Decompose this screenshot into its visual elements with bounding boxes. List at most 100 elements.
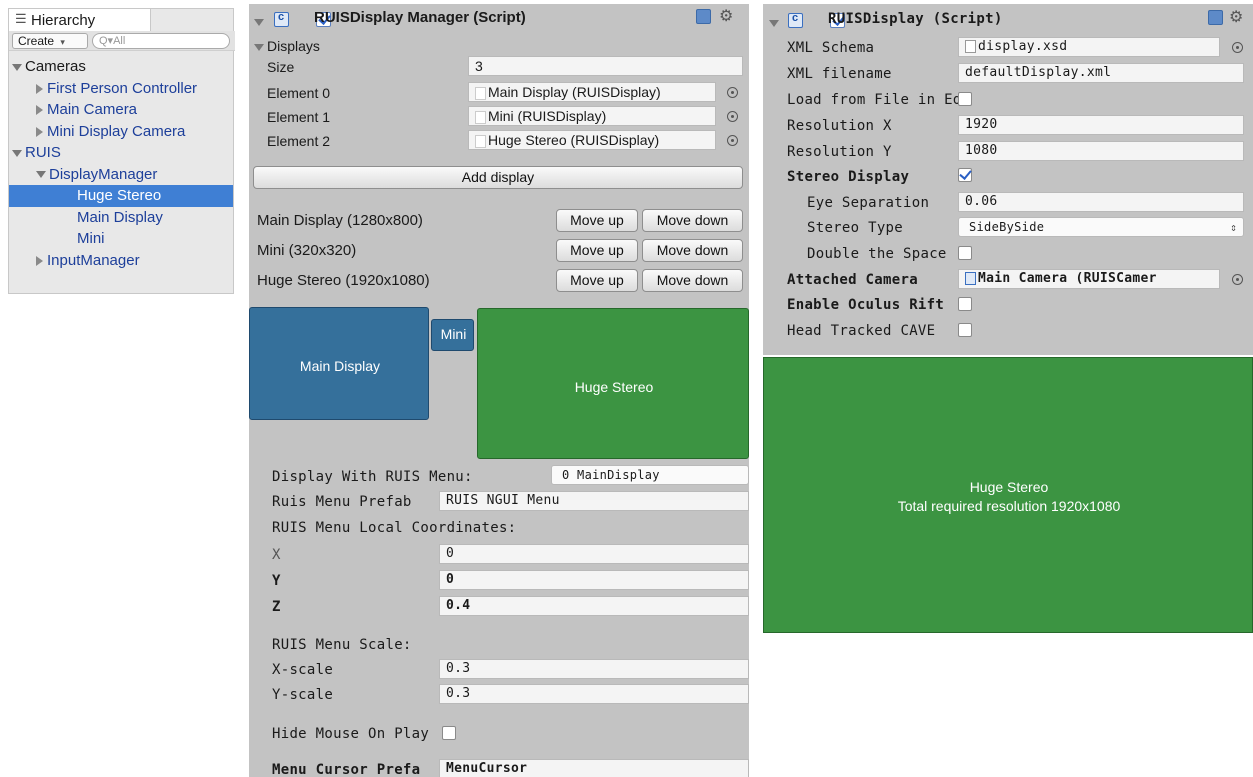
hide-mouse-checkbox[interactable]	[442, 726, 456, 740]
huge-stereo-preview-subtitle: Total required resolution 1920x1080	[897, 498, 1121, 514]
coord-y-field[interactable]: 0	[439, 570, 749, 590]
create-dropdown[interactable]: Create ▾	[12, 33, 88, 49]
attached-camera-field[interactable]: Main Camera (RUISCamer	[958, 269, 1220, 289]
cursor-prefab-field[interactable]: MenuCursor	[439, 759, 749, 777]
coord-x-label: X	[272, 547, 281, 563]
move-up-button[interactable]: Move up	[556, 209, 638, 232]
xml-filename-label: XML filename	[787, 66, 892, 82]
hierarchy-item[interactable]: RUIS	[12, 143, 61, 163]
local-coords-label: RUIS Menu Local Coordinates:	[272, 520, 517, 536]
hierarchy-tab[interactable]: ☰ Hierarchy	[9, 9, 151, 31]
xml-schema-label: XML Schema	[787, 40, 875, 56]
display-with-menu-dropdown[interactable]: 0 MainDisplay	[551, 465, 749, 485]
hierarchy-item[interactable]: First Person Controller	[36, 79, 197, 99]
hierarchy-search-input[interactable]: Q▾All	[92, 33, 230, 49]
coord-z-label: Z	[272, 599, 281, 615]
object-icon	[475, 86, 486, 100]
object-picker-icon[interactable]	[727, 135, 738, 146]
preview-huge-stereo[interactable]: Huge Stereo	[477, 308, 749, 459]
hierarchy-item[interactable]: Main Camera	[36, 100, 137, 120]
xscale-field[interactable]: 0.3	[439, 659, 749, 679]
element-object-field[interactable]: Huge Stereo (RUISDisplay)	[468, 130, 716, 150]
collapsed-arrow-icon	[36, 105, 43, 116]
expanded-arrow-icon	[12, 63, 22, 71]
size-field[interactable]: 3	[468, 56, 743, 76]
eye-separation-field[interactable]: 0.06	[958, 192, 1244, 212]
xml-schema-value: display.xsd	[978, 39, 1068, 54]
size-label: Size	[267, 59, 295, 75]
display-collapse-icon[interactable]	[769, 14, 782, 30]
element-label: Element 2	[267, 133, 331, 149]
preview-main-display[interactable]: Main Display	[249, 307, 429, 420]
display-gear-icon[interactable]: ⚙	[1229, 7, 1243, 27]
xml-filename-field[interactable]: defaultDisplay.xml	[958, 63, 1244, 83]
xml-schema-picker-icon[interactable]	[1232, 42, 1243, 53]
element-object-field[interactable]: Mini (RUISDisplay)	[468, 106, 716, 126]
element-label: Element 1	[267, 109, 331, 125]
object-picker-icon[interactable]	[727, 87, 738, 98]
enable-oculus-checkbox[interactable]	[958, 297, 972, 311]
display-with-menu-label: Display With RUIS Menu:	[272, 469, 473, 485]
create-dropdown-label: Create	[18, 34, 55, 48]
hierarchy-item[interactable]: Mini Display Camera	[36, 122, 185, 142]
move-up-button[interactable]: Move up	[556, 269, 638, 292]
hierarchy-item[interactable]: Main Display	[77, 208, 163, 228]
hierarchy-tab-label: Hierarchy	[31, 12, 96, 29]
move-down-button[interactable]: Move down	[642, 269, 743, 292]
stereo-display-checkbox[interactable]	[958, 168, 972, 182]
move-down-button[interactable]: Move down	[642, 239, 743, 262]
ruis-display-panel: RUISDisplay (Script) ⚙ XML Schema displa…	[763, 4, 1253, 355]
coord-y-label: Y	[272, 573, 281, 589]
preview-mini-label: Mini	[440, 326, 467, 342]
resolution-x-field[interactable]: 1920	[958, 115, 1244, 135]
yscale-field[interactable]: 0.3	[439, 684, 749, 704]
camera-object-icon	[965, 272, 976, 285]
hierarchy-item[interactable]: Cameras	[12, 57, 86, 77]
hierarchy-item[interactable]: DisplayManager	[36, 165, 157, 185]
hierarchy-item[interactable]: InputManager	[36, 251, 140, 271]
stereo-type-value: SideBySide	[969, 220, 1045, 234]
cursor-prefab-label: Menu Cursor Prefa	[272, 762, 421, 777]
hierarchy-item[interactable]: Mini	[77, 229, 105, 249]
xml-schema-field[interactable]: display.xsd	[958, 37, 1220, 57]
element-object-field[interactable]: Main Display (RUISDisplay)	[468, 82, 716, 102]
resolution-y-label: Resolution Y	[787, 144, 892, 160]
attached-camera-picker-icon[interactable]	[1232, 274, 1243, 285]
gear-icon[interactable]: ⚙	[719, 6, 733, 26]
hierarchy-item[interactable]: Huge Stereo	[77, 186, 161, 206]
load-from-file-label: Load from File in Edi	[787, 92, 971, 108]
display-help-icon[interactable]	[1208, 10, 1223, 25]
load-from-file-checkbox[interactable]	[958, 92, 972, 106]
collapsed-arrow-icon	[36, 83, 43, 94]
hierarchy-list-icon: ☰	[15, 11, 27, 26]
menu-prefab-field[interactable]: RUIS NGUI Menu	[439, 491, 749, 511]
object-picker-icon[interactable]	[727, 111, 738, 122]
move-up-button[interactable]: Move up	[556, 239, 638, 262]
preview-main-display-label: Main Display	[299, 358, 381, 374]
stereo-type-label: Stereo Type	[807, 220, 904, 236]
xscale-label: X-scale	[272, 662, 334, 678]
hierarchy-item-label: First Person Controller	[47, 79, 198, 97]
manager-collapse-icon[interactable]	[254, 13, 267, 29]
head-tracked-checkbox[interactable]	[958, 323, 972, 337]
displays-foldout[interactable]: Displays	[254, 37, 320, 55]
coord-z-field[interactable]: 0.4	[439, 596, 749, 616]
display-title: RUISDisplay (Script)	[828, 11, 1003, 27]
hierarchy-toolbar: Create ▾ Q▾All	[9, 31, 235, 51]
help-icon[interactable]	[696, 9, 711, 24]
add-display-button[interactable]: Add display	[253, 166, 743, 189]
preview-huge-stereo-label: Huge Stereo	[574, 379, 654, 395]
double-space-checkbox[interactable]	[958, 246, 972, 260]
resolution-y-field[interactable]: 1080	[958, 141, 1244, 161]
hierarchy-item-label: DisplayManager	[49, 165, 158, 183]
stereo-type-dropdown[interactable]: SideBySide ⇕	[958, 217, 1244, 237]
hierarchy-item-label: InputManager	[47, 251, 140, 269]
display-with-menu-value: 0 MainDisplay	[562, 468, 660, 482]
collapsed-arrow-icon	[36, 255, 43, 266]
preview-mini[interactable]: Mini	[431, 319, 474, 351]
display-manager-panel: RUISDisplay Manager (Script) ⚙ Displays …	[249, 4, 749, 777]
coord-x-field[interactable]: 0	[439, 544, 749, 564]
collapsed-arrow-icon	[36, 126, 43, 137]
display-row-label: Mini (320x320)	[257, 242, 357, 259]
move-down-button[interactable]: Move down	[642, 209, 743, 232]
